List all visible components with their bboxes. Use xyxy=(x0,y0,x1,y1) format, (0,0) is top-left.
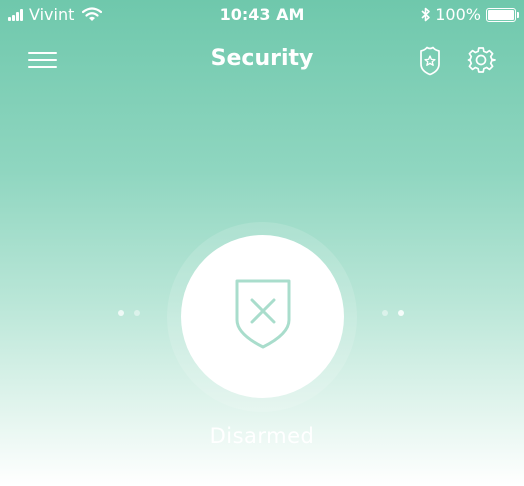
pager-dots-right xyxy=(382,310,414,316)
pager-dot xyxy=(398,310,404,316)
bluetooth-icon xyxy=(421,7,431,22)
police-badge-icon[interactable] xyxy=(416,46,444,76)
status-right: 100% xyxy=(421,5,519,24)
pager-dot xyxy=(134,310,140,316)
status-bar: Vivint 10:43 AM 100% xyxy=(0,0,524,30)
arm-disarm-button[interactable] xyxy=(181,235,344,398)
security-screen: Vivint 10:43 AM 100% Security Disarmed xyxy=(0,0,524,486)
battery-percent: 100% xyxy=(435,5,481,24)
gear-icon[interactable] xyxy=(466,45,496,75)
pager-dots-left xyxy=(118,310,150,316)
hamburger-menu-icon[interactable] xyxy=(28,48,58,72)
shield-x-icon xyxy=(234,278,292,350)
arm-status-label: Disarmed xyxy=(209,424,315,448)
pager-dot xyxy=(382,310,388,316)
pager-dot xyxy=(118,310,124,316)
battery-fill xyxy=(488,9,514,20)
page-title: Security xyxy=(210,46,314,71)
nav-bar: Security xyxy=(0,36,524,84)
battery-icon xyxy=(486,7,519,22)
